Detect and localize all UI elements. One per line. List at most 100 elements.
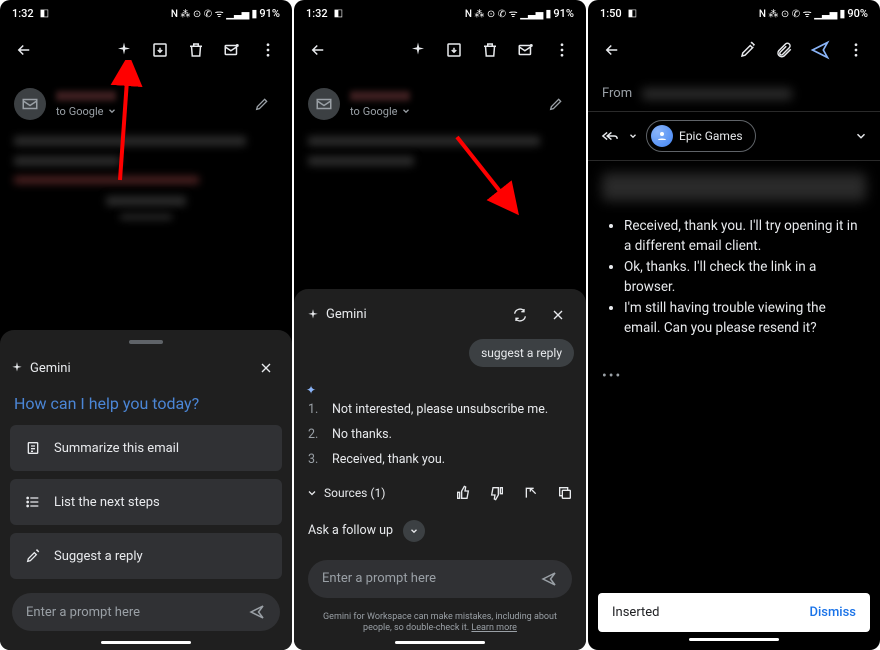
thumbs-up-icon[interactable] [454, 484, 472, 502]
status-icons: N ⁂ ⊙ ✆ ᯤ ▁▃▅ [465, 6, 543, 20]
reply-option-3[interactable]: 3.Received, thank you. [306, 447, 574, 472]
battery-percent: 91% [259, 7, 280, 20]
insert-icon[interactable] [522, 484, 540, 502]
status-bar: 1:32 ◧ N ⁂ ⊙ ✆ ᯤ ▁▃▅ ▮ 91% [0, 0, 292, 24]
from-field[interactable]: From [588, 76, 880, 112]
overflow-menu-icon[interactable] [252, 34, 284, 66]
snackbar: Inserted Dismiss [598, 593, 870, 632]
to-field[interactable]: Epic Games [588, 112, 880, 161]
email-body-redacted [0, 128, 292, 234]
thumbs-down-icon[interactable] [488, 484, 506, 502]
status-notif-icon: ◧ [628, 8, 637, 19]
suggestion-list-steps[interactable]: List the next steps [10, 479, 282, 525]
email-body-redacted [294, 128, 586, 184]
delete-icon[interactable] [474, 34, 506, 66]
refresh-icon[interactable] [504, 299, 536, 331]
reply-all-icon[interactable] [600, 129, 620, 143]
suggested-replies-list: 1.Not interested, please unsubscribe me.… [306, 397, 574, 472]
archive-icon[interactable] [144, 34, 176, 66]
magic-compose-icon[interactable] [732, 34, 764, 66]
gemini-sparkle-icon[interactable] [402, 34, 434, 66]
recipient-avatar-icon [651, 125, 673, 147]
recipient-line[interactable]: to Google [350, 105, 530, 118]
subject-redacted [602, 173, 866, 201]
list-icon [22, 491, 44, 513]
learn-more-link[interactable]: Learn more [471, 623, 517, 633]
send-icon[interactable] [248, 603, 266, 621]
copy-icon[interactable] [556, 484, 574, 502]
back-icon[interactable] [302, 34, 334, 66]
status-time: 1:32 [12, 7, 34, 20]
expand-followup-icon[interactable] [403, 520, 425, 542]
status-icons: N ⁂ ⊙ ✆ ᯤ ▁▃▅ [171, 6, 249, 20]
gemini-indicator-icon: ✦ [306, 383, 566, 397]
inserted-bullet-2: Ok, thanks. I'll check the link in a bro… [624, 258, 860, 297]
chevron-down-icon [107, 106, 117, 116]
email-header: to Google [294, 76, 586, 128]
compose-toolbar [588, 24, 880, 76]
sparkle-icon [306, 308, 320, 322]
summarize-icon [22, 437, 44, 459]
compose-body[interactable]: Received, thank you. I'll try opening it… [588, 207, 880, 350]
chevron-down-icon[interactable] [628, 131, 638, 141]
gemini-result-panel: Gemini suggest a reply ✦ 1.Not intereste… [294, 289, 586, 650]
prompt-input[interactable]: Enter a prompt here [12, 593, 280, 631]
status-time: 1:32 [306, 7, 328, 20]
edit-icon[interactable] [540, 88, 572, 120]
home-indicator [395, 641, 485, 644]
back-icon[interactable] [596, 34, 628, 66]
panel-title: Gemini [326, 307, 367, 322]
sender-name-redacted [350, 91, 410, 101]
delete-icon[interactable] [180, 34, 212, 66]
home-indicator [101, 641, 191, 644]
disclaimer: Gemini for Workspace can make mistakes, … [306, 608, 574, 637]
recipient-line[interactable]: to Google [56, 105, 236, 118]
drag-handle[interactable] [129, 340, 163, 344]
overflow-menu-icon[interactable] [546, 34, 578, 66]
suggestion-suggest-reply[interactable]: Suggest a reply [10, 533, 282, 579]
magic-pen-icon [22, 545, 44, 567]
sender-avatar[interactable] [14, 88, 46, 120]
show-trimmed-icon[interactable]: ••• [602, 368, 866, 384]
inserted-bullet-3: I'm still having trouble viewing the ema… [624, 299, 860, 338]
snackbar-message: Inserted [612, 605, 660, 620]
prompt-input[interactable]: Enter a prompt here [308, 560, 572, 598]
snackbar-dismiss[interactable]: Dismiss [809, 605, 856, 620]
close-icon[interactable] [250, 352, 282, 384]
sparkle-icon [10, 361, 24, 375]
prompt-placeholder: Enter a prompt here [322, 571, 540, 586]
send-icon[interactable] [804, 34, 836, 66]
user-chip: suggest a reply [469, 339, 574, 367]
reply-option-2[interactable]: 2.No thanks. [306, 422, 574, 447]
close-icon[interactable] [542, 299, 574, 331]
status-notif-icon: ◧ [334, 8, 343, 19]
followup-row[interactable]: Ask a follow up [306, 516, 574, 546]
suggestion-summarize[interactable]: Summarize this email [10, 425, 282, 471]
email-toolbar [0, 24, 292, 76]
edit-icon[interactable] [246, 88, 278, 120]
mark-unread-icon[interactable] [216, 34, 248, 66]
recipient-chip[interactable]: Epic Games [646, 120, 756, 152]
chevron-down-icon[interactable] [306, 487, 318, 499]
screenshot-3: 1:50 ◧ N ⁂ ⊙ ✆ ᯤ ▁▃▅ ▮ 90% From [588, 0, 880, 650]
reply-option-1[interactable]: 1.Not interested, please unsubscribe me. [306, 397, 574, 422]
gemini-sparkle-icon[interactable] [108, 34, 140, 66]
sources-toggle[interactable]: Sources (1) [324, 486, 385, 500]
mark-unread-icon[interactable] [510, 34, 542, 66]
send-icon[interactable] [540, 570, 558, 588]
help-prompt: How can I help you today? [10, 394, 282, 413]
overflow-menu-icon[interactable] [840, 34, 872, 66]
battery-percent: 90% [847, 7, 868, 20]
screenshot-1: 1:32 ◧ N ⁂ ⊙ ✆ ᯤ ▁▃▅ ▮ 91% [0, 0, 292, 650]
attach-icon[interactable] [768, 34, 800, 66]
battery-icon: ▮ [839, 7, 845, 20]
back-icon[interactable] [8, 34, 40, 66]
sender-avatar[interactable] [308, 88, 340, 120]
archive-icon[interactable] [438, 34, 470, 66]
expand-recipients-icon[interactable] [854, 129, 868, 143]
email-header: to Google [0, 76, 292, 128]
inserted-bullet-1: Received, thank you. I'll try opening it… [624, 217, 860, 256]
email-toolbar [294, 24, 586, 76]
status-notif-icon: ◧ [40, 8, 49, 19]
battery-icon: ▮ [251, 7, 257, 20]
